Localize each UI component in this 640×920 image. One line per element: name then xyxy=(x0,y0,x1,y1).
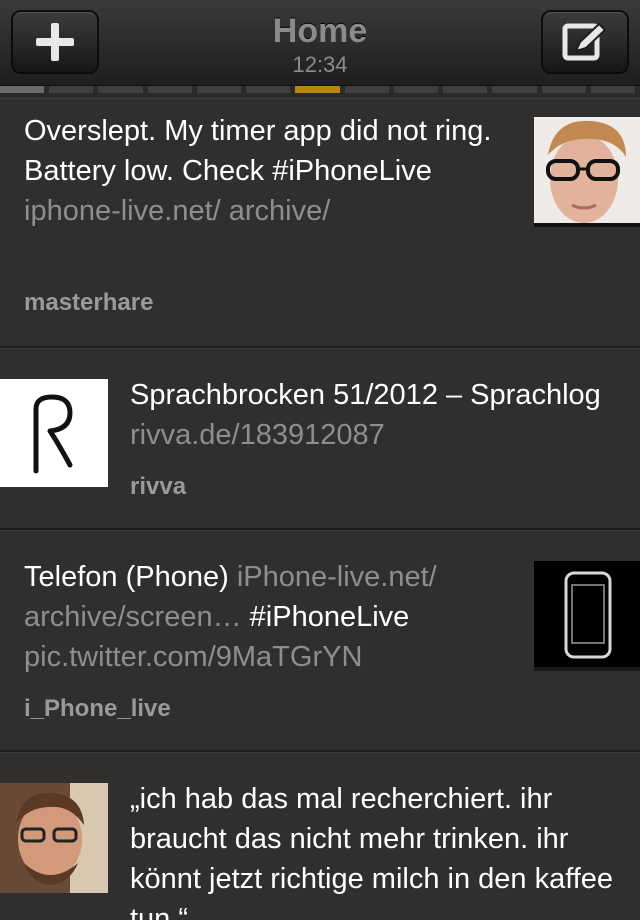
page-indicator-segment-active xyxy=(295,86,340,93)
page-indicator-segment xyxy=(590,86,636,93)
avatar[interactable] xyxy=(0,379,108,487)
avatar[interactable] xyxy=(534,561,640,671)
tweet-text: Telefon (Phone) iPhone-live.net/ archive… xyxy=(24,561,437,673)
tweet-cell[interactable]: „ich hab das mal recherchiert. ihr brauc… xyxy=(0,752,640,920)
page-indicator-segment xyxy=(98,86,143,93)
tweet-media-link[interactable]: pic.twitter.com/9MaTGrYN xyxy=(24,641,362,673)
page-indicator-segment xyxy=(492,86,537,93)
page-indicator-segment xyxy=(196,86,242,93)
page-indicator-segment xyxy=(344,86,389,93)
avatar-image xyxy=(0,783,108,893)
avatar[interactable] xyxy=(0,783,108,893)
tweet-link[interactable]: rivva.de/183912087 xyxy=(130,419,385,451)
page-indicator-segment xyxy=(246,86,291,93)
rivva-logo-icon xyxy=(0,379,108,487)
page-indicator-segment xyxy=(49,86,94,93)
compose-icon xyxy=(562,22,607,61)
tweet-link[interactable]: iphone-live.net/ archive/ xyxy=(24,195,330,227)
page-indicator-segment xyxy=(443,86,488,93)
tweet-text: „ich hab das mal recherchiert. ihr brauc… xyxy=(130,783,614,920)
phone-icon xyxy=(534,561,640,671)
tweet-username[interactable]: rivva xyxy=(130,473,186,501)
page-indicator-segment xyxy=(541,86,586,93)
tweet-cell[interactable]: Telefon (Phone) iPhone-live.net/ archive… xyxy=(0,530,640,752)
tweet-username[interactable]: i_Phone_live xyxy=(24,695,171,723)
page-indicator-segment xyxy=(393,86,439,93)
page-indicator-segment xyxy=(147,86,192,93)
compose-button[interactable] xyxy=(541,10,629,74)
tweet-cell[interactable]: Sprachbrocken 51/2012 – Sprachlog rivva.… xyxy=(0,348,640,530)
avatar-image xyxy=(534,117,640,227)
tweet-cell[interactable]: Overslept. My timer app did not ring. Ba… xyxy=(0,98,640,348)
page-indicator-segment xyxy=(0,86,45,93)
avatar[interactable] xyxy=(534,117,640,227)
navigation-bar: Home 12:34 xyxy=(0,0,640,86)
tweet-username[interactable]: masterhare xyxy=(24,289,153,317)
tweet-text: Sprachbrocken 51/2012 – Sprachlog rivva.… xyxy=(130,379,601,451)
timeline[interactable]: Overslept. My timer app did not ring. Ba… xyxy=(0,98,640,920)
timeline-page-indicator[interactable] xyxy=(0,86,640,98)
tweet-text: Overslept. My timer app did not ring. Ba… xyxy=(24,115,492,227)
